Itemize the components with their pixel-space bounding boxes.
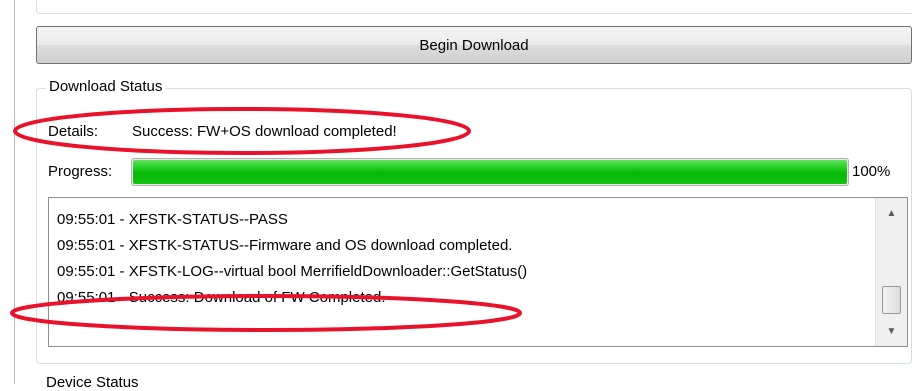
download-status-title: Download Status <box>46 78 166 95</box>
progress-percent: 100% <box>852 163 891 180</box>
log-listbox[interactable]: 09:55:01 - XFSTK-STATUS--PASS 09:55:01 -… <box>48 197 908 347</box>
previous-group-box <box>36 0 912 14</box>
log-line[interactable]: 09:55:01 - XFSTK-STATUS--Firmware and OS… <box>57 233 867 259</box>
progress-bar <box>131 158 849 186</box>
log-line[interactable]: 09:55:01 - Success: Download of FW Compl… <box>57 285 867 311</box>
device-status-title: Device Status <box>46 374 139 391</box>
progress-bar-fill <box>133 160 847 184</box>
left-divider <box>14 0 15 384</box>
log-scrollbar[interactable]: ▲ ▼ <box>875 198 907 346</box>
triangle-down-icon[interactable]: ▼ <box>876 319 907 343</box>
log-line[interactable]: 09:55:01 - XFSTK-STATUS--PASS <box>57 207 867 233</box>
details-label: Details: <box>48 123 99 140</box>
log-line[interactable]: 09:55:01 - XFSTK-LOG--virtual bool Merri… <box>57 259 867 285</box>
triangle-up-icon[interactable]: ▲ <box>876 201 907 225</box>
progress-label: Progress: <box>48 163 113 180</box>
details-value: Success: FW+OS download completed! <box>132 123 397 140</box>
scrollbar-thumb[interactable] <box>882 286 901 314</box>
begin-download-button[interactable]: Begin Download <box>36 26 912 64</box>
